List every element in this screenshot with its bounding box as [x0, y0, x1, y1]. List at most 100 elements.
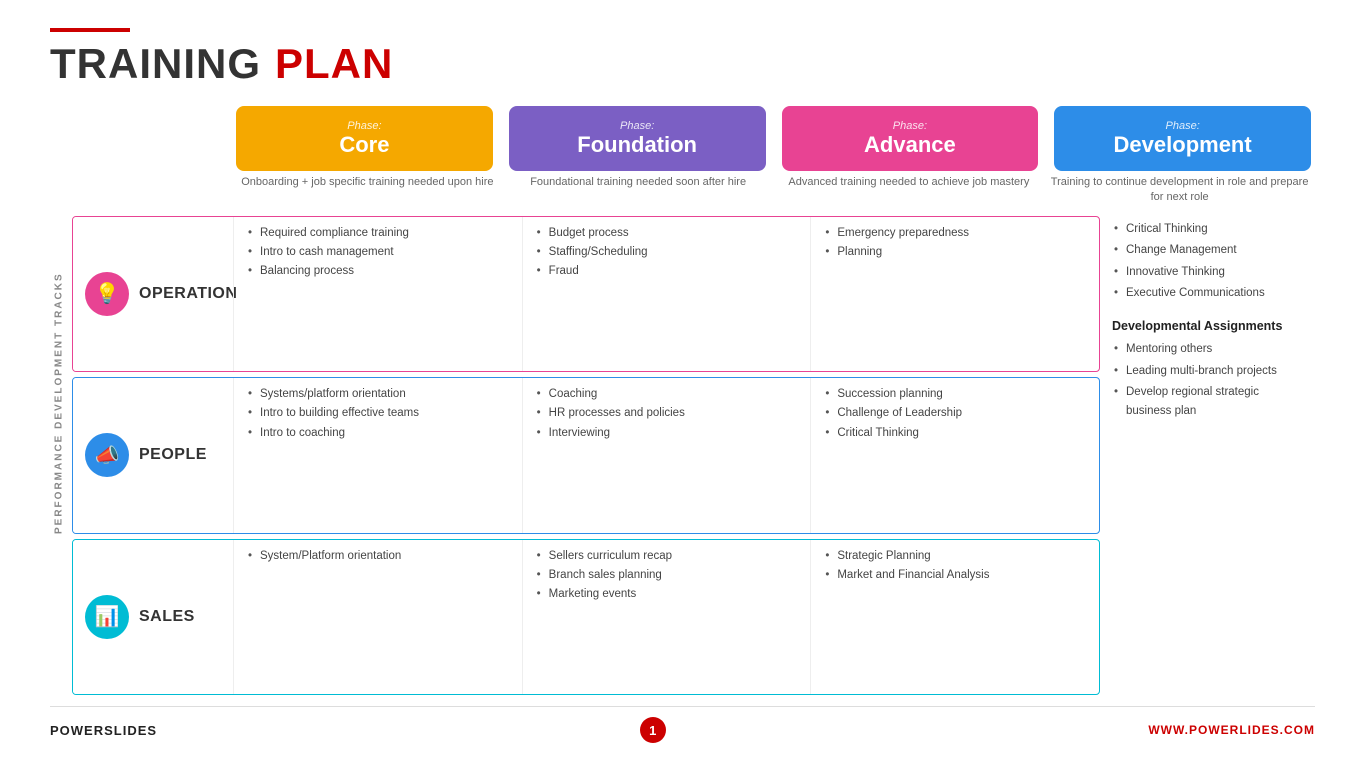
operation-data-cells: Required compliance training Intro to ca… [233, 217, 1099, 371]
phase-development: Phase: Development [1054, 106, 1311, 171]
phase-foundation-name: Foundation [577, 132, 697, 158]
phase-foundation-label: Phase: [620, 120, 654, 132]
phase-foundation: Phase: Foundation [509, 106, 766, 171]
track-row-sales: 📊 SALES System/Platform orientation [72, 539, 1100, 695]
sales-advance-list: Strategic Planning Market and Financial … [823, 548, 1087, 585]
desc-foundation: Foundational training needed soon after … [503, 171, 774, 210]
sales-advance-cell: Strategic Planning Market and Financial … [810, 540, 1099, 694]
phases-wrap: Phase: Core Phase: Foundation Phase: Adv… [232, 106, 1315, 171]
footer-center: 1 [640, 717, 666, 743]
operation-core-list: Required compliance training Intro to ca… [246, 225, 510, 281]
list-item: Challenge of Leadership [823, 405, 1087, 422]
operation-foundation-cell: Budget process Staffing/Scheduling Fraud [522, 217, 811, 371]
people-foundation-cell: Coaching HR processes and policies Inter… [522, 378, 811, 532]
phase-spacer [72, 106, 232, 171]
list-item: Intro to building effective teams [246, 405, 510, 422]
list-item: Staffing/Scheduling [535, 244, 799, 261]
main-content: PERFORMANCE DEVELOPMENT TRACKS Phase: Co… [50, 106, 1315, 700]
phase-advance-name: Advance [864, 132, 956, 158]
footer: POWERSLIDES 1 WWW.POWERLIDES.COM [50, 706, 1315, 747]
list-item: Coaching [535, 386, 799, 403]
list-item: Market and Financial Analysis [823, 567, 1087, 584]
vertical-label: PERFORMANCE DEVELOPMENT TRACKS [50, 106, 68, 700]
operation-icon: 💡 [95, 281, 120, 306]
list-item: System/Platform orientation [246, 548, 510, 565]
list-item: Branch sales planning [535, 567, 799, 584]
track-icon-sales: 📊 SALES [73, 540, 233, 694]
list-item: Emergency preparedness [823, 225, 1087, 242]
sales-core-list: System/Platform orientation [246, 548, 510, 565]
track-icon-operation: 💡 OPERATION [73, 217, 233, 371]
phase-header-area: Phase: Core Phase: Foundation Phase: Adv… [72, 106, 1315, 171]
phase-core: Phase: Core [236, 106, 493, 171]
list-item: Mentoring others [1112, 340, 1307, 358]
list-item: Succession planning [823, 386, 1087, 403]
phase-development-name: Development [1114, 132, 1252, 158]
footer-right: WWW.POWERLIDES.COM [1148, 723, 1315, 737]
phase-advance: Phase: Advance [782, 106, 1039, 171]
list-item: Balancing process [246, 263, 510, 280]
left-tracks: 💡 OPERATION Required compliance training… [72, 216, 1100, 700]
operation-advance-list: Emergency preparedness Planning [823, 225, 1087, 262]
list-item: Intro to cash management [246, 244, 510, 261]
people-label: PEOPLE [139, 446, 207, 464]
list-item: Budget process [535, 225, 799, 242]
sales-icon-circle: 📊 [85, 595, 129, 639]
list-item: Intro to coaching [246, 425, 510, 442]
list-item: Planning [823, 244, 1087, 261]
track-icon-people: 📣 PEOPLE [73, 378, 233, 532]
desc-advance: Advanced training needed to achieve job … [774, 171, 1045, 210]
footer-left: POWERSLIDES [50, 723, 157, 738]
people-core-list: Systems/platform orientation Intro to bu… [246, 386, 510, 442]
table-wrapper: Phase: Core Phase: Foundation Phase: Adv… [72, 106, 1315, 700]
people-icon-circle: 📣 [85, 433, 129, 477]
list-item: Change Management [1112, 241, 1307, 259]
title-training: TRAINING [50, 40, 261, 88]
list-item: Innovative Thinking [1112, 263, 1307, 281]
dev-assignments-list: Mentoring others Leading multi-branch pr… [1112, 340, 1307, 420]
content-body: 💡 OPERATION Required compliance training… [72, 216, 1315, 700]
list-item: Marketing events [535, 586, 799, 603]
sales-foundation-list: Sellers curriculum recap Branch sales pl… [535, 548, 799, 604]
phase-core-name: Core [339, 132, 389, 158]
phase-development-label: Phase: [1166, 120, 1200, 132]
list-item: Leading multi-branch projects [1112, 362, 1307, 380]
header-line [50, 28, 130, 32]
page: TRAINING PLAN PERFORMANCE DEVELOPMENT TR… [0, 0, 1365, 767]
sales-core-cell: System/Platform orientation [233, 540, 522, 694]
track-row-operation: 💡 OPERATION Required compliance training… [72, 216, 1100, 372]
people-icon: 📣 [95, 443, 120, 468]
operation-icon-circle: 💡 [85, 272, 129, 316]
phase-core-label: Phase: [347, 120, 381, 132]
list-item: HR processes and policies [535, 405, 799, 422]
operation-advance-cell: Emergency preparedness Planning [810, 217, 1099, 371]
sales-label: SALES [139, 608, 195, 626]
desc-development: Training to continue development in role… [1044, 171, 1315, 210]
right-dev-panel: Critical Thinking Change Management Inno… [1100, 216, 1315, 700]
list-item: Sellers curriculum recap [535, 548, 799, 565]
title-plan: PLAN [275, 40, 393, 88]
list-item: Required compliance training [246, 225, 510, 242]
dev-items-list: Critical Thinking Change Management Inno… [1112, 220, 1307, 303]
people-advance-list: Succession planning Challenge of Leaders… [823, 386, 1087, 442]
list-item: Systems/platform orientation [246, 386, 510, 403]
people-foundation-list: Coaching HR processes and policies Inter… [535, 386, 799, 442]
operation-label: OPERATION [139, 285, 237, 303]
people-core-cell: Systems/platform orientation Intro to bu… [233, 378, 522, 532]
operation-foundation-list: Budget process Staffing/Scheduling Fraud [535, 225, 799, 281]
list-item: Interviewing [535, 425, 799, 442]
phase-advance-label: Phase: [893, 120, 927, 132]
desc-area: Onboarding + job specific training neede… [72, 171, 1315, 210]
desc-core: Onboarding + job specific training neede… [232, 171, 503, 210]
desc-wrap: Onboarding + job specific training neede… [232, 171, 1315, 210]
title-row: TRAINING PLAN [50, 40, 1315, 88]
list-item: Executive Communications [1112, 284, 1307, 302]
dev-assignments-header: Developmental Assignments [1112, 316, 1307, 336]
page-number: 1 [640, 717, 666, 743]
desc-spacer [72, 171, 232, 210]
people-advance-cell: Succession planning Challenge of Leaders… [810, 378, 1099, 532]
list-item: Strategic Planning [823, 548, 1087, 565]
people-data-cells: Systems/platform orientation Intro to bu… [233, 378, 1099, 532]
list-item: Develop regional strategic business plan [1112, 383, 1307, 420]
list-item: Fraud [535, 263, 799, 280]
